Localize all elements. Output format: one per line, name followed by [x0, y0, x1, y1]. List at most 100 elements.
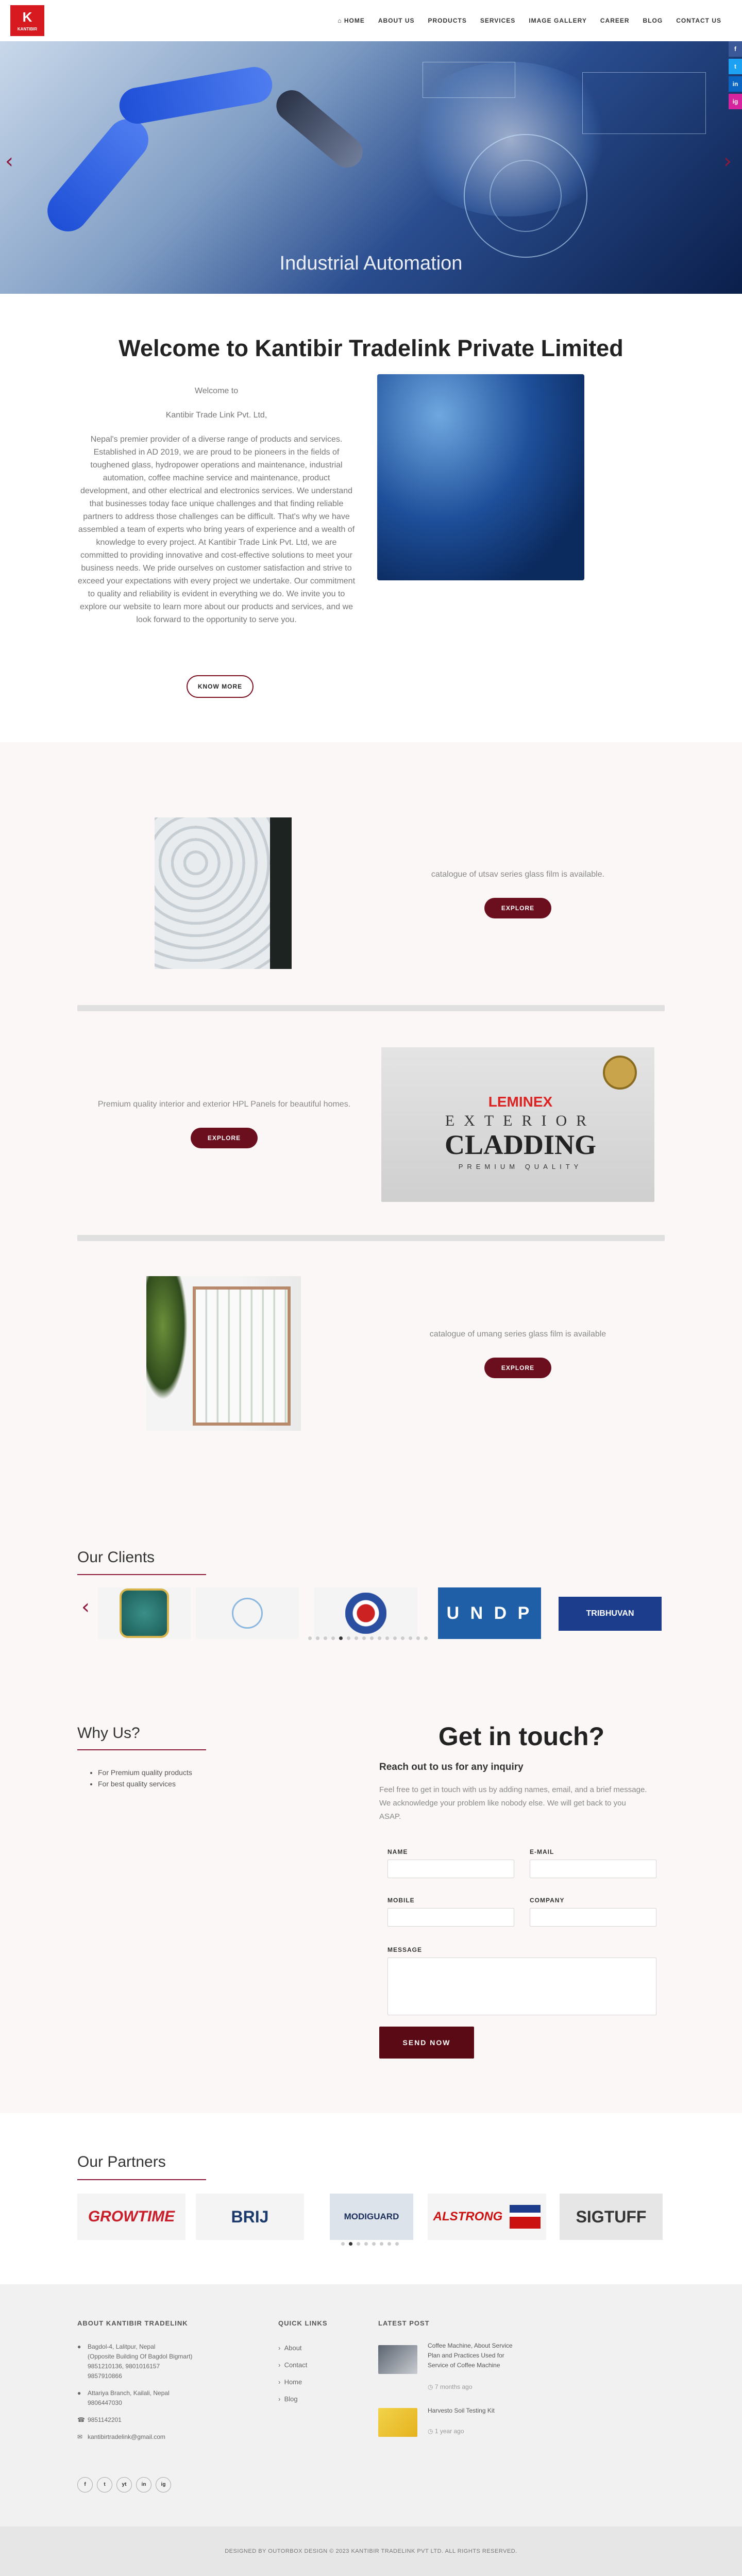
message-field[interactable] [387, 1958, 656, 2015]
cladding-image: LEMINEX EXTERIOR CLADDING PREMIUM QUALIT… [381, 1047, 654, 1202]
contact-subtitle: Reach out to us for any inquiry [379, 1762, 524, 1772]
clients-dots [308, 1636, 428, 1640]
send-now-button[interactable]: SEND NOW [379, 2027, 474, 2059]
dot[interactable] [424, 1636, 428, 1640]
company-field[interactable] [530, 1908, 656, 1927]
dot[interactable] [380, 2242, 383, 2246]
nepal-gov-graphic [345, 1593, 386, 1634]
alstrong-text: ALSTRONG [433, 2210, 503, 2223]
cladding-big: CLADDING [444, 1129, 597, 1160]
nav-career[interactable]: CAREER [600, 17, 630, 24]
dot[interactable] [308, 1636, 312, 1640]
address-line: ✉ kantibirtradelink@gmail.com [77, 2432, 211, 2442]
nav-blog[interactable]: BLOG [643, 17, 663, 24]
dot[interactable] [355, 1636, 358, 1640]
instagram-icon[interactable]: ig [156, 2477, 171, 2493]
nav-contact[interactable]: CONTACT US [676, 17, 721, 24]
address-line: ● Bagdol-4, Lalitpur, Nepal [77, 2342, 211, 2352]
twitter-icon[interactable]: t [729, 59, 742, 74]
emblem-graphic [120, 1588, 169, 1638]
dot[interactable] [387, 2242, 391, 2246]
quick-link-contact[interactable]: › Contact [278, 2361, 307, 2369]
hero-prev-arrow[interactable]: ‹ [5, 149, 13, 173]
client-logo-ringed[interactable] [196, 1587, 299, 1639]
latest-post-1-title[interactable]: Coffee Machine, About Service Plan and P… [428, 2341, 515, 2370]
dot[interactable] [378, 1636, 381, 1640]
partner-logo-brij[interactable]: BRIJ [196, 2194, 304, 2240]
product-2-text: Premium quality interior and exterior HP… [97, 1100, 351, 1109]
partner-logo-modiguard[interactable]: MODIGUARD [330, 2194, 413, 2240]
facebook-icon[interactable]: f [729, 41, 742, 57]
hero-slider: Industrial Automation ‹ › [0, 41, 742, 294]
dot[interactable] [401, 1636, 404, 1640]
client-logo-nepal-gov[interactable] [314, 1587, 417, 1639]
dot[interactable] [372, 2242, 376, 2246]
dot[interactable] [341, 2242, 345, 2246]
latest-post-2-title[interactable]: Harvesto Soil Testing Kit [428, 2406, 505, 2416]
dot-active[interactable] [349, 2242, 352, 2246]
product-3-explore-button[interactable]: EXPLORE [484, 1358, 551, 1378]
clock-icon: ◷ [428, 2428, 435, 2435]
dot[interactable] [362, 1636, 366, 1640]
dot[interactable] [409, 1636, 412, 1640]
latest-post-1-thumb[interactable] [378, 2345, 417, 2374]
dot[interactable] [370, 1636, 374, 1640]
quick-label: Home [284, 2378, 302, 2386]
email-field[interactable] [530, 1860, 656, 1878]
undp-text: U N D P [446, 1603, 533, 1623]
youtube-icon[interactable]: yt [116, 2477, 132, 2493]
client-logo-emblem[interactable] [98, 1587, 191, 1639]
dot[interactable] [416, 1636, 420, 1640]
cladding-brand: LEMINEX [488, 1094, 553, 1110]
address-line: 9806447030 [88, 2399, 122, 2406]
facebook-icon[interactable]: f [77, 2477, 93, 2493]
mobile-field[interactable] [387, 1908, 514, 1927]
nav-services[interactable]: SERVICES [480, 17, 515, 24]
product-2-explore-button[interactable]: EXPLORE [191, 1128, 258, 1148]
name-field[interactable] [387, 1860, 514, 1878]
brand-logo[interactable]: K KANTIBIR [10, 5, 44, 36]
instagram-icon[interactable]: ig [729, 94, 742, 109]
dot[interactable] [316, 1636, 319, 1640]
nav-products[interactable]: PRODUCTS [428, 17, 467, 24]
chevron-right-icon: › [278, 2395, 284, 2403]
product-1-explore-button[interactable]: EXPLORE [484, 898, 551, 918]
dot-active[interactable] [339, 1636, 343, 1640]
know-more-button[interactable]: KNOW MORE [187, 675, 254, 698]
dot[interactable] [347, 1636, 350, 1640]
dot[interactable] [395, 2242, 399, 2246]
client-logo-tribhuvan[interactable]: TRIBHUVAN [559, 1597, 662, 1631]
utsav-glass-edge [270, 817, 292, 969]
umang-plant [146, 1276, 188, 1400]
dot[interactable] [364, 2242, 368, 2246]
nav-home[interactable]: ⌂ HOME [338, 17, 365, 24]
quick-link-home[interactable]: › Home [278, 2378, 307, 2386]
nav-gallery[interactable]: IMAGE GALLERY [529, 17, 587, 24]
footer-latest-title: LATEST POST [378, 2319, 430, 2327]
quick-link-about[interactable]: › About [278, 2344, 307, 2352]
dot[interactable] [385, 1636, 389, 1640]
twitter-icon[interactable]: t [97, 2477, 112, 2493]
dot[interactable] [331, 1636, 335, 1640]
dot[interactable] [393, 1636, 397, 1640]
growtime-text: GROWTIME [88, 2208, 175, 2225]
chevron-right-icon: › [278, 2361, 284, 2369]
hero-next-arrow[interactable]: › [723, 149, 732, 173]
linkedin-icon[interactable]: in [729, 76, 742, 92]
quick-link-blog[interactable]: › Blog [278, 2395, 307, 2403]
latest-post-2-thumb[interactable] [378, 2408, 417, 2437]
partner-logo-sigtuff[interactable]: SIGTUFF [560, 2194, 663, 2240]
footer-quick-links: › About › Contact › Home › Blog [278, 2344, 307, 2403]
dot[interactable] [324, 1636, 327, 1640]
clients-prev-arrow[interactable]: ‹ [81, 1595, 90, 1619]
dot[interactable] [357, 2242, 360, 2246]
partner-logo-growtime[interactable]: GROWTIME [77, 2194, 185, 2240]
linkedin-icon[interactable]: in [136, 2477, 151, 2493]
message-label: MESSAGE [387, 1946, 423, 1953]
client-logo-undp[interactable]: U N D P [438, 1587, 541, 1639]
welcome-title: Welcome to Kantibir Tradelink Private Li… [119, 335, 623, 361]
nav-about[interactable]: ABOUT US [378, 17, 415, 24]
brij-text: BRIJ [231, 2207, 269, 2226]
email[interactable]: kantibirtradelink@gmail.com [88, 2433, 165, 2440]
partner-logo-alstrong[interactable]: ALSTRONG [428, 2194, 546, 2240]
